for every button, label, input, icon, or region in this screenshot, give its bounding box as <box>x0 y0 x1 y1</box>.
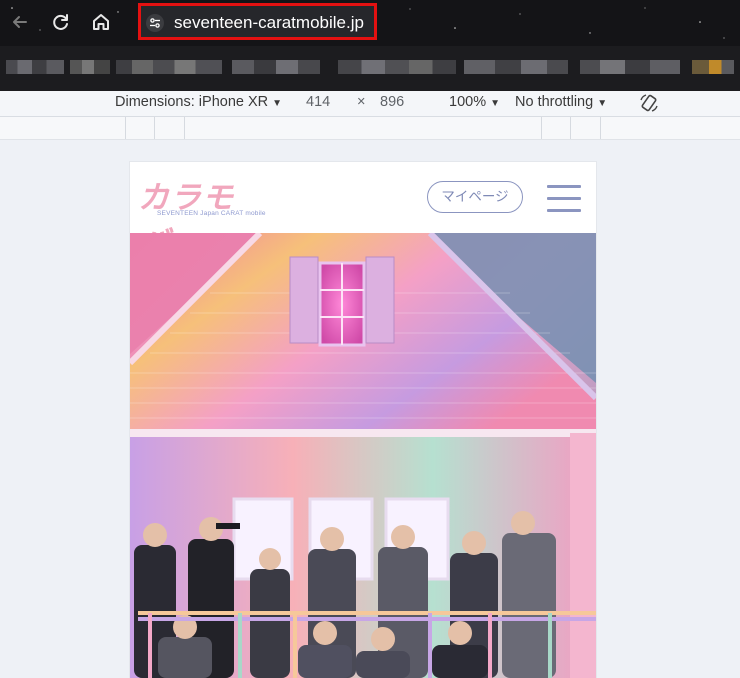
ruler-divider <box>600 117 601 139</box>
width-input[interactable]: 414 <box>306 94 330 110</box>
blurred-bookmark <box>6 60 64 74</box>
zoom-label: 100% <box>449 94 487 110</box>
browser-toolbar: seventeen-caratmobile.jp <box>0 0 740 46</box>
hero-image <box>130 233 596 678</box>
hamburger-icon <box>547 197 581 200</box>
blurred-bookmark <box>232 60 320 74</box>
rotate-icon <box>640 94 658 112</box>
tune-icon <box>150 18 160 28</box>
logo-subtitle: SEVENTEEN Japan CARAT mobile <box>157 210 266 217</box>
mypage-button[interactable]: マイページ <box>427 181 523 213</box>
times-sign: × <box>357 94 366 110</box>
media-query-bar[interactable] <box>0 117 740 140</box>
dimensions-label: Dimensions: iPhone XR <box>115 94 269 110</box>
chevron-down-icon: ▼ <box>272 98 283 109</box>
ruler-divider <box>570 117 571 139</box>
reload-button[interactable] <box>50 11 72 33</box>
bookmarks-bar-blurred <box>0 46 740 91</box>
arrow-back-icon <box>13 16 27 28</box>
blurred-bookmark <box>116 60 222 74</box>
site-header: カラモバ SEVENTEEN Japan CARAT mobile マイページ <box>130 162 596 260</box>
blurred-bookmark <box>464 60 568 74</box>
blurred-bookmark <box>338 60 456 74</box>
dimensions-dropdown[interactable]: Dimensions: iPhone XR ▼ <box>115 94 282 110</box>
ruler-divider <box>125 117 126 139</box>
chevron-down-icon: ▼ <box>597 98 608 109</box>
height-input[interactable]: 896 <box>380 94 404 110</box>
blurred-bookmark <box>70 60 110 74</box>
chevron-down-icon: ▼ <box>490 98 501 109</box>
hamburger-icon <box>547 209 581 212</box>
reload-icon <box>53 14 68 30</box>
site-info-button[interactable] <box>146 14 164 32</box>
menu-button[interactable] <box>547 185 581 213</box>
site-logo[interactable]: カラモバ SEVENTEEN Japan CARAT mobile <box>138 172 265 260</box>
url-text[interactable]: seventeen-caratmobile.jp <box>174 12 364 34</box>
home-icon <box>93 14 109 30</box>
blurred-bookmark <box>580 60 680 74</box>
address-bar[interactable]: seventeen-caratmobile.jp <box>138 3 377 40</box>
device-toolbar: Dimensions: iPhone XR ▼ 414 × 896 100% ▼… <box>0 91 740 117</box>
hamburger-icon <box>547 185 581 188</box>
throttling-dropdown[interactable]: No throttling ▼ <box>515 94 607 110</box>
ruler-divider <box>184 117 185 139</box>
rotate-button[interactable] <box>638 92 660 118</box>
zoom-dropdown[interactable]: 100% ▼ <box>449 94 500 110</box>
ruler-divider <box>541 117 542 139</box>
home-button[interactable] <box>90 11 112 33</box>
blurred-bookmark <box>692 60 734 74</box>
throttling-label: No throttling <box>515 94 594 110</box>
back-button[interactable] <box>9 11 31 33</box>
emulated-viewport: カラモバ SEVENTEEN Japan CARAT mobile マイページ <box>130 162 596 678</box>
ruler-divider <box>154 117 155 139</box>
